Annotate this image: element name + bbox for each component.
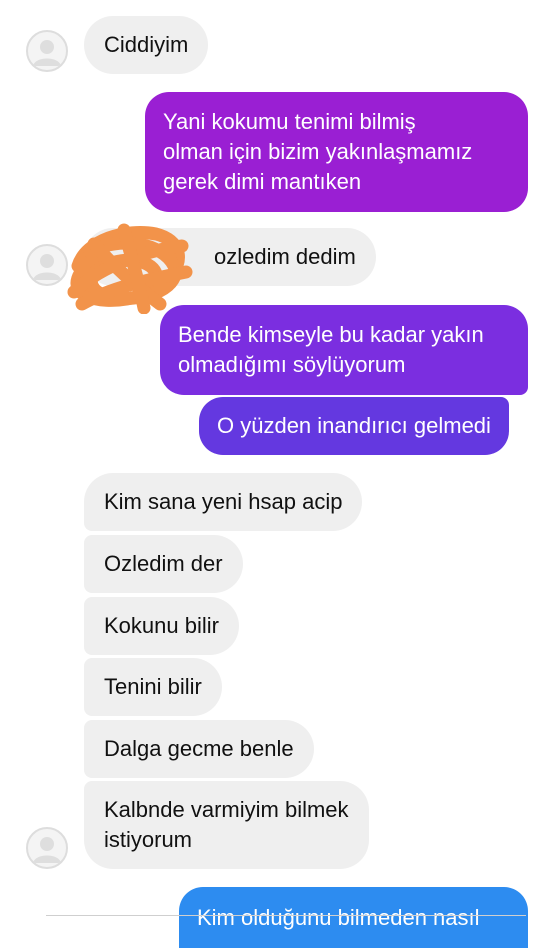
message-bubble-incoming[interactable]: Ozledim der — [84, 535, 243, 593]
message-bubble-incoming[interactable]: Tenini bilir — [84, 658, 222, 716]
message-thread: Ciddiyim Yani kokumu tenimi bilmiş olman… — [0, 0, 540, 948]
redaction-scribble — [67, 223, 193, 314]
default-avatar-icon — [33, 254, 61, 280]
divider — [46, 915, 526, 916]
message-bubble-incoming[interactable]: Ciddiyim — [84, 16, 209, 74]
message-bubble-incoming[interactable]: Kim sana yeni hsap acip — [84, 473, 363, 531]
default-avatar-icon — [33, 837, 61, 863]
message-bubble-incoming[interactable]: Kalbnde varmiyim bilmek istiyorum — [84, 781, 369, 869]
sender-avatar[interactable] — [26, 30, 68, 72]
message-bubble-outgoing[interactable]: Yani kokumu tenimi bilmiş olman için biz… — [145, 92, 528, 212]
message-bubble-outgoing[interactable]: O yüzden inandırıcı gelmedi — [199, 397, 509, 455]
default-avatar-icon — [33, 40, 61, 66]
sender-avatar[interactable] — [26, 827, 68, 869]
message-bubble-incoming[interactable]: Dalga gecme benle — [84, 720, 314, 778]
sender-avatar[interactable] — [26, 244, 68, 286]
message-bubble-incoming[interactable]: Kokunu bilir — [84, 597, 239, 655]
message-bubble-outgoing[interactable]: Bende kimseyle bu kadar yakın olmadığımı… — [160, 305, 528, 395]
